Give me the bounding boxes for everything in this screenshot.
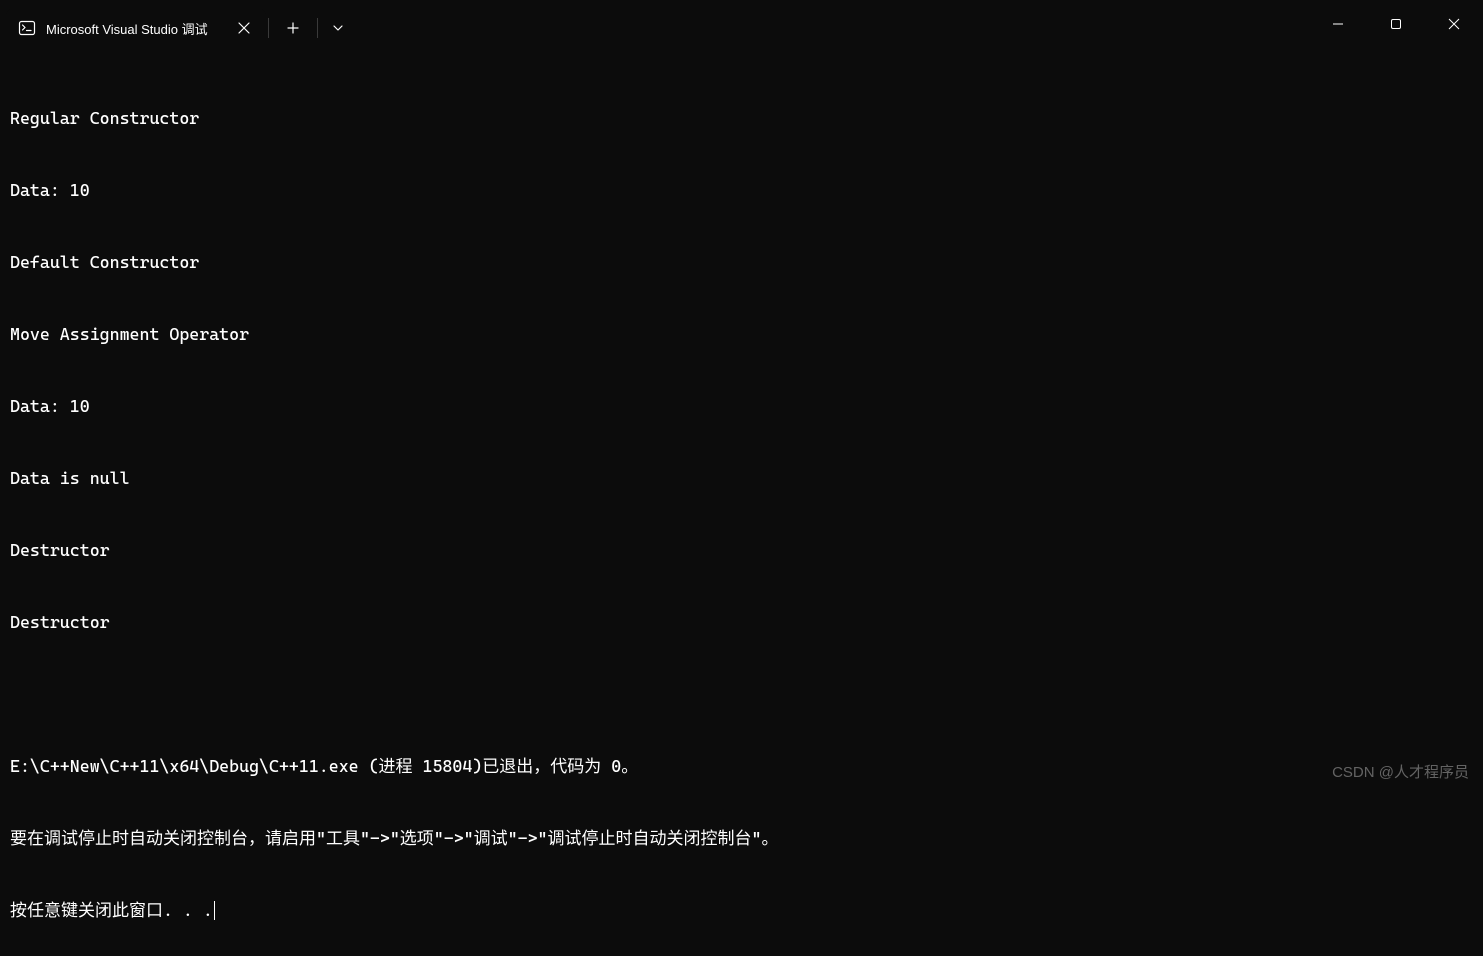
output-line: Move Assignment Operator bbox=[10, 322, 1473, 346]
maximize-button[interactable] bbox=[1367, 0, 1425, 48]
output-line: Data: 10 bbox=[10, 178, 1473, 202]
output-line bbox=[10, 682, 1473, 706]
output-line: 要在调试停止时自动关闭控制台，请启用"工具"->"选项"->"调试"->"调试停… bbox=[10, 826, 1473, 850]
text-cursor bbox=[214, 901, 215, 920]
terminal-icon bbox=[18, 19, 36, 37]
tabs-section: Microsoft Visual Studio 调试 bbox=[0, 0, 356, 48]
title-bar: Microsoft Visual Studio 调试 bbox=[0, 0, 1483, 48]
tab-close-button[interactable] bbox=[234, 18, 254, 38]
tab-separator bbox=[268, 18, 269, 38]
new-tab-button[interactable] bbox=[275, 10, 311, 46]
terminal-output[interactable]: Regular Constructor Data: 10 Default Con… bbox=[0, 48, 1483, 956]
watermark: CSDN @人才程序员 bbox=[1332, 761, 1469, 782]
tab-dropdown-button[interactable] bbox=[320, 10, 356, 46]
window-controls bbox=[1309, 0, 1483, 48]
minimize-icon bbox=[1332, 18, 1344, 30]
tab-separator-2 bbox=[317, 18, 318, 38]
output-line: Default Constructor bbox=[10, 250, 1473, 274]
terminal-tab[interactable]: Microsoft Visual Studio 调试 bbox=[6, 8, 266, 48]
close-icon bbox=[1448, 18, 1460, 30]
window-close-button[interactable] bbox=[1425, 0, 1483, 48]
output-line: Regular Constructor bbox=[10, 106, 1473, 130]
output-line: Destructor bbox=[10, 538, 1473, 562]
plus-icon bbox=[287, 22, 299, 34]
output-line: Data is null bbox=[10, 466, 1473, 490]
maximize-icon bbox=[1390, 18, 1402, 30]
minimize-button[interactable] bbox=[1309, 0, 1367, 48]
prompt-text: 按任意键关闭此窗口. . . bbox=[10, 900, 213, 920]
output-line: Destructor bbox=[10, 610, 1473, 634]
tab-title: Microsoft Visual Studio 调试 bbox=[46, 19, 224, 38]
output-line-with-cursor: 按任意键关闭此窗口. . . bbox=[10, 898, 1473, 922]
output-line: E:\C++New\C++11\x64\Debug\C++11.exe (进程 … bbox=[10, 754, 1473, 778]
close-icon bbox=[238, 22, 250, 34]
output-line: Data: 10 bbox=[10, 394, 1473, 418]
chevron-down-icon bbox=[332, 22, 344, 34]
